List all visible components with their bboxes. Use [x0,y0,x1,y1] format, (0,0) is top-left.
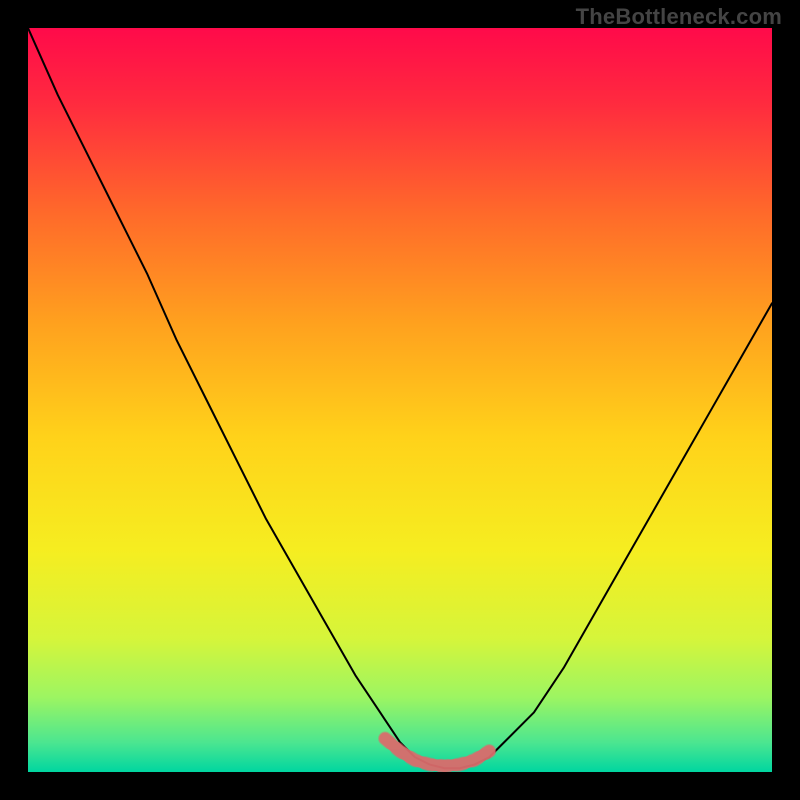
watermark-text: TheBottleneck.com [576,4,782,30]
chart-svg [28,28,772,772]
chart-container: TheBottleneck.com [0,0,800,800]
plot-area [28,28,772,772]
